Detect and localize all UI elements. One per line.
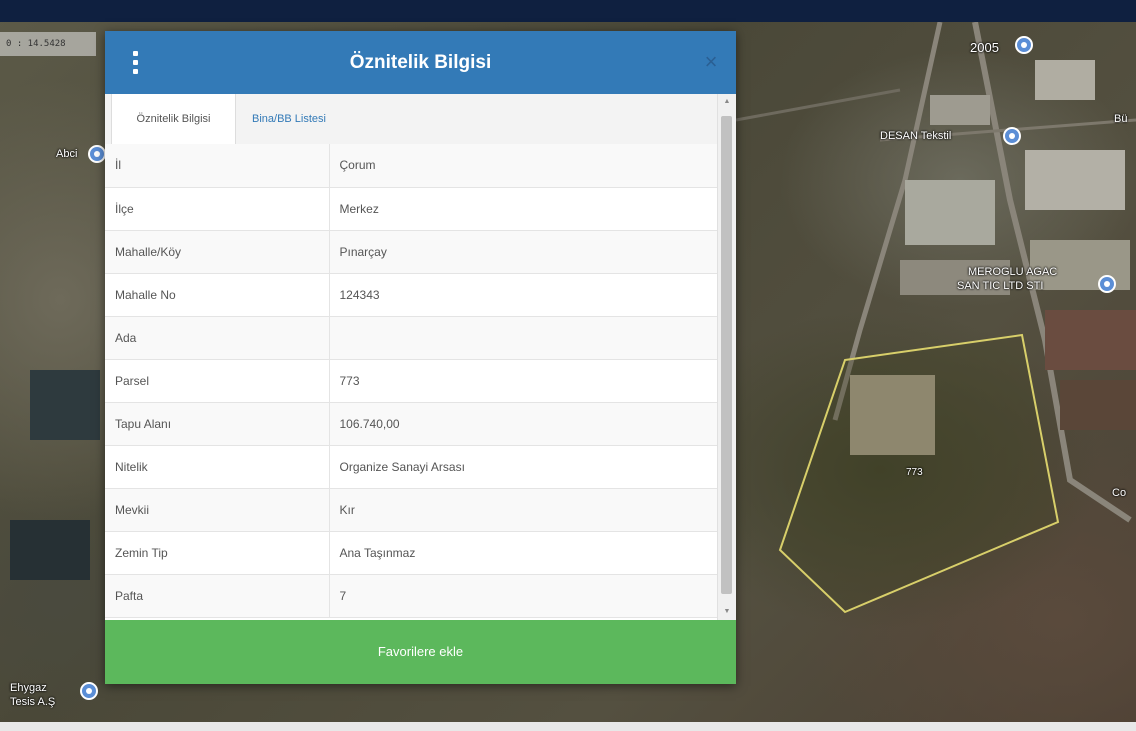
map-pin-icon[interactable] xyxy=(80,682,98,700)
dialog-header: Öznitelik Bilgisi × xyxy=(105,31,736,94)
dialog-title: Öznitelik Bilgisi xyxy=(349,52,492,73)
building xyxy=(905,180,995,245)
tab-building-list[interactable]: Bina/BB Listesi xyxy=(242,94,372,144)
map-label-edge: Co xyxy=(1112,487,1127,499)
attribute-key: Mevkii xyxy=(105,488,330,532)
attribute-key: İl xyxy=(105,144,330,188)
table-row: Parsel 773 xyxy=(105,359,717,403)
pond xyxy=(10,520,90,580)
attribute-key: Tapu Alanı xyxy=(105,402,330,446)
map-pin-icon[interactable] xyxy=(1015,36,1033,54)
attribute-value: Ana Taşınmaz xyxy=(329,531,717,575)
scroll-down-arrow-icon[interactable]: ▼ xyxy=(718,604,736,620)
table-row: Mahalle/Köy Pınarçay xyxy=(105,230,717,274)
road xyxy=(735,88,901,122)
map-label-number: 2005 xyxy=(970,40,999,55)
bottom-strip xyxy=(0,722,1136,731)
attribute-key: Ada xyxy=(105,316,330,360)
attribute-key: Nitelik xyxy=(105,445,330,489)
table-row: Pafta 7 xyxy=(105,574,717,618)
building xyxy=(930,95,990,125)
attribute-table: İl Çorum İlçe Merkez Mahalle/Köy Pınarçay Maha… xyxy=(105,144,717,618)
table-row: Mahalle No 124343 xyxy=(105,273,717,317)
building xyxy=(1025,150,1125,210)
field xyxy=(1060,380,1136,430)
attribute-key: Zemin Tip xyxy=(105,531,330,575)
map-label-company: DESAN Tekstil xyxy=(880,130,952,142)
table-row: İl Çorum xyxy=(105,144,717,188)
attribute-key: Mahalle No xyxy=(105,273,330,317)
attribute-dialog: Öznitelik Bilgisi × Öznitelik Bilgisi Bi… xyxy=(105,31,736,684)
attribute-value: 124343 xyxy=(329,273,717,317)
table-row: Zemin Tip Ana Taşınmaz xyxy=(105,531,717,575)
attribute-value: Organize Sanayi Arsası xyxy=(329,445,717,489)
attribute-key: Parsel xyxy=(105,359,330,403)
attribute-value xyxy=(329,316,717,360)
attribute-key: İlçe xyxy=(105,187,330,231)
map-pin-icon[interactable] xyxy=(1098,275,1116,293)
map-label-place: Ehygaz xyxy=(10,682,47,694)
attribute-value: 106.740,00 xyxy=(329,402,717,446)
attribute-key: Mahalle/Köy xyxy=(105,230,330,274)
attribute-value: Çorum xyxy=(329,144,717,188)
map-label-company: SAN TIC LTD STI xyxy=(957,280,1044,292)
attribute-value: Kır xyxy=(329,488,717,532)
attribute-table-container[interactable]: İl Çorum İlçe Merkez Mahalle/Köy Pınarçay Maha… xyxy=(105,144,717,620)
tab-attribute-info[interactable]: Öznitelik Bilgisi xyxy=(111,94,236,145)
parcel-number-label: 773 xyxy=(906,467,923,478)
map-label-edge: Bü xyxy=(1114,113,1128,125)
building xyxy=(1035,60,1095,100)
table-row: Tapu Alanı 106.740,00 xyxy=(105,402,717,446)
map-pin-icon[interactable] xyxy=(88,145,106,163)
attribute-value: Merkez xyxy=(329,187,717,231)
attribute-value: Pınarçay xyxy=(329,230,717,274)
map-pin-icon[interactable] xyxy=(1003,127,1021,145)
map-label-place: Tesis A.Ş xyxy=(10,696,56,708)
table-row: Mevkii Kır xyxy=(105,488,717,532)
map-label-place: Abci xyxy=(56,148,78,160)
scrollbar-thumb[interactable] xyxy=(721,116,732,594)
table-row: Ada xyxy=(105,316,717,360)
table-row: Nitelik Organize Sanayi Arsası xyxy=(105,445,717,489)
pond xyxy=(30,370,100,440)
map-label-company: MEROGLU AGAC xyxy=(968,266,1058,278)
attribute-value: 773 xyxy=(329,359,717,403)
attribute-value: 7 xyxy=(329,574,717,618)
table-row: İlçe Merkez xyxy=(105,187,717,231)
add-to-favorites-button[interactable]: Favorilere ekle xyxy=(105,620,736,684)
scrollbar[interactable]: ▲ ▼ xyxy=(717,94,736,620)
top-bar xyxy=(0,0,1136,22)
scroll-up-arrow-icon[interactable]: ▲ xyxy=(718,94,736,110)
tab-bar: Öznitelik Bilgisi Bina/BB Listesi xyxy=(105,94,717,145)
close-icon[interactable]: × xyxy=(700,49,722,75)
field xyxy=(1045,310,1136,370)
scale-indicator: 0 : 14.5428 xyxy=(0,32,96,56)
attribute-key: Pafta xyxy=(105,574,330,618)
